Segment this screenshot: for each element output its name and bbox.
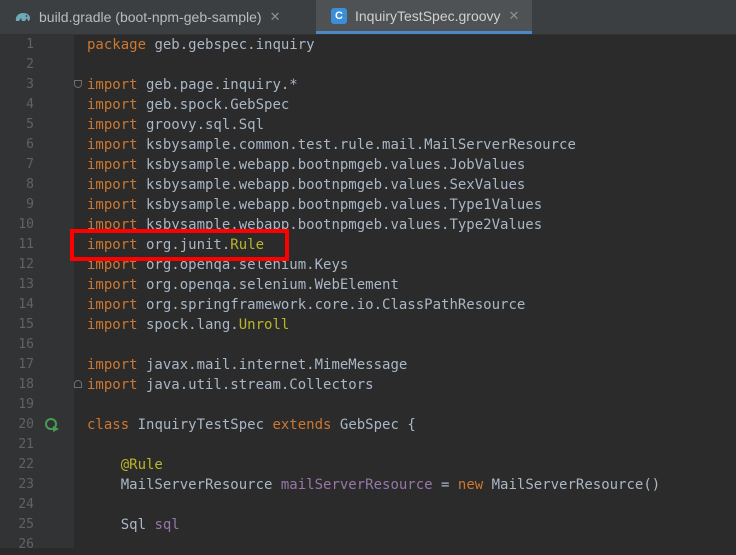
- code-line: 9 import ksbysample.webapp.bootnpmgeb.va…: [0, 195, 736, 215]
- code-editor[interactable]: 1 package geb.gebspec.inquiry 2 3 import…: [0, 35, 736, 552]
- code-text: Sql sql: [87, 517, 180, 533]
- code-line: 13 import org.openqa.selenium.WebElement: [0, 275, 736, 295]
- code-line: 24: [0, 495, 736, 515]
- code-text: import ksbysample.webapp.bootnpmgeb.valu…: [87, 197, 543, 213]
- code-line: 8 import ksbysample.webapp.bootnpmgeb.va…: [0, 175, 736, 195]
- code-line: 26: [0, 535, 736, 555]
- tab-label: InquiryTestSpec.groovy: [355, 7, 501, 24]
- code-line: 18 import java.util.stream.Collectors: [0, 375, 736, 395]
- code-line: 6 import ksbysample.common.test.rule.mai…: [0, 135, 736, 155]
- code-text: MailServerResource mailServerResource = …: [87, 477, 661, 493]
- tab-label: build.gradle (boot-npm-geb-sample): [39, 9, 262, 25]
- line-number: 24: [18, 497, 34, 512]
- code-line: 14 import org.springframework.core.io.Cl…: [0, 295, 736, 315]
- code-text: import java.util.stream.Collectors: [87, 377, 374, 393]
- line-number: 19: [18, 397, 34, 412]
- code-text: import geb.spock.GebSpec: [87, 97, 290, 113]
- line-number: 18: [18, 377, 34, 392]
- line-number: 26: [18, 537, 34, 552]
- line-number: 23: [18, 477, 34, 492]
- highlight-box: [70, 229, 289, 261]
- code-text: package geb.gebspec.inquiry: [87, 37, 315, 53]
- code-line: 21: [0, 435, 736, 455]
- line-number: 25: [18, 517, 34, 532]
- code-line: 19: [0, 395, 736, 415]
- code-line: 17 import javax.mail.internet.MimeMessag…: [0, 355, 736, 375]
- code-line: 5 import groovy.sql.Sql: [0, 115, 736, 135]
- code-text: import ksbysample.webapp.bootnpmgeb.valu…: [87, 157, 526, 173]
- code-line: 15 import spock.lang.Unroll: [0, 315, 736, 335]
- line-number: 5: [26, 117, 34, 132]
- code-line: 22 @Rule: [0, 455, 736, 475]
- line-number: 14: [18, 297, 34, 312]
- code-text: import geb.page.inquiry.*: [87, 77, 298, 93]
- close-icon[interactable]: ✕: [270, 9, 281, 25]
- code-text: import spock.lang.Unroll: [87, 317, 290, 333]
- tab-inquiry-test-spec[interactable]: C InquiryTestSpec.groovy ✕: [316, 0, 532, 34]
- line-number: 16: [18, 337, 34, 352]
- line-number: 22: [18, 457, 34, 472]
- code-text: import ksbysample.common.test.rule.mail.…: [87, 137, 576, 153]
- close-icon[interactable]: ✕: [509, 8, 520, 24]
- code-text: import javax.mail.internet.MimeMessage: [87, 357, 408, 373]
- line-number: 20: [18, 417, 34, 432]
- code-line: 20 class InquiryTestSpec extends GebSpec…: [0, 415, 736, 435]
- code-line: 23 MailServerResource mailServerResource…: [0, 475, 736, 495]
- line-number: 1: [26, 37, 34, 52]
- line-number: 7: [26, 157, 34, 172]
- tab-build-gradle[interactable]: build.gradle (boot-npm-geb-sample) ✕: [0, 0, 316, 34]
- line-number: 8: [26, 177, 34, 192]
- code-line: 16: [0, 335, 736, 355]
- code-line: 2: [0, 55, 736, 75]
- code-text: @Rule: [120, 457, 163, 473]
- gradle-elephant-icon: [14, 8, 32, 26]
- fold-marker-icon[interactable]: [74, 380, 82, 388]
- line-number: 12: [18, 257, 34, 272]
- code-text: import groovy.sql.Sql: [87, 117, 265, 133]
- groovy-class-icon: C: [330, 7, 348, 25]
- line-number: 15: [18, 317, 34, 332]
- code-text: import org.openqa.selenium.WebElement: [87, 277, 399, 293]
- editor-tab-bar: build.gradle (boot-npm-geb-sample) ✕ C I…: [0, 0, 736, 35]
- fold-marker-icon[interactable]: [74, 80, 82, 88]
- line-number: 3: [26, 77, 34, 92]
- code-line: 25 Sql sql: [0, 515, 736, 535]
- code-text: class InquiryTestSpec extends GebSpec {: [87, 417, 416, 433]
- line-number: 10: [18, 217, 34, 232]
- line-number: 6: [26, 137, 34, 152]
- line-number: 17: [18, 357, 34, 372]
- line-number: 13: [18, 277, 34, 292]
- run-test-icon[interactable]: [44, 417, 60, 433]
- line-number: 4: [26, 97, 34, 112]
- line-number: 2: [26, 57, 34, 72]
- code-line: 4 import geb.spock.GebSpec: [0, 95, 736, 115]
- line-number: 9: [26, 197, 34, 212]
- code-line: 1 package geb.gebspec.inquiry: [0, 35, 736, 55]
- code-text: import org.springframework.core.io.Class…: [87, 297, 526, 313]
- code-text: import ksbysample.webapp.bootnpmgeb.valu…: [87, 177, 526, 193]
- code-line: 7 import ksbysample.webapp.bootnpmgeb.va…: [0, 155, 736, 175]
- line-number: 21: [18, 437, 34, 452]
- line-number: 11: [18, 237, 34, 252]
- code-line: 3 import geb.page.inquiry.*: [0, 75, 736, 95]
